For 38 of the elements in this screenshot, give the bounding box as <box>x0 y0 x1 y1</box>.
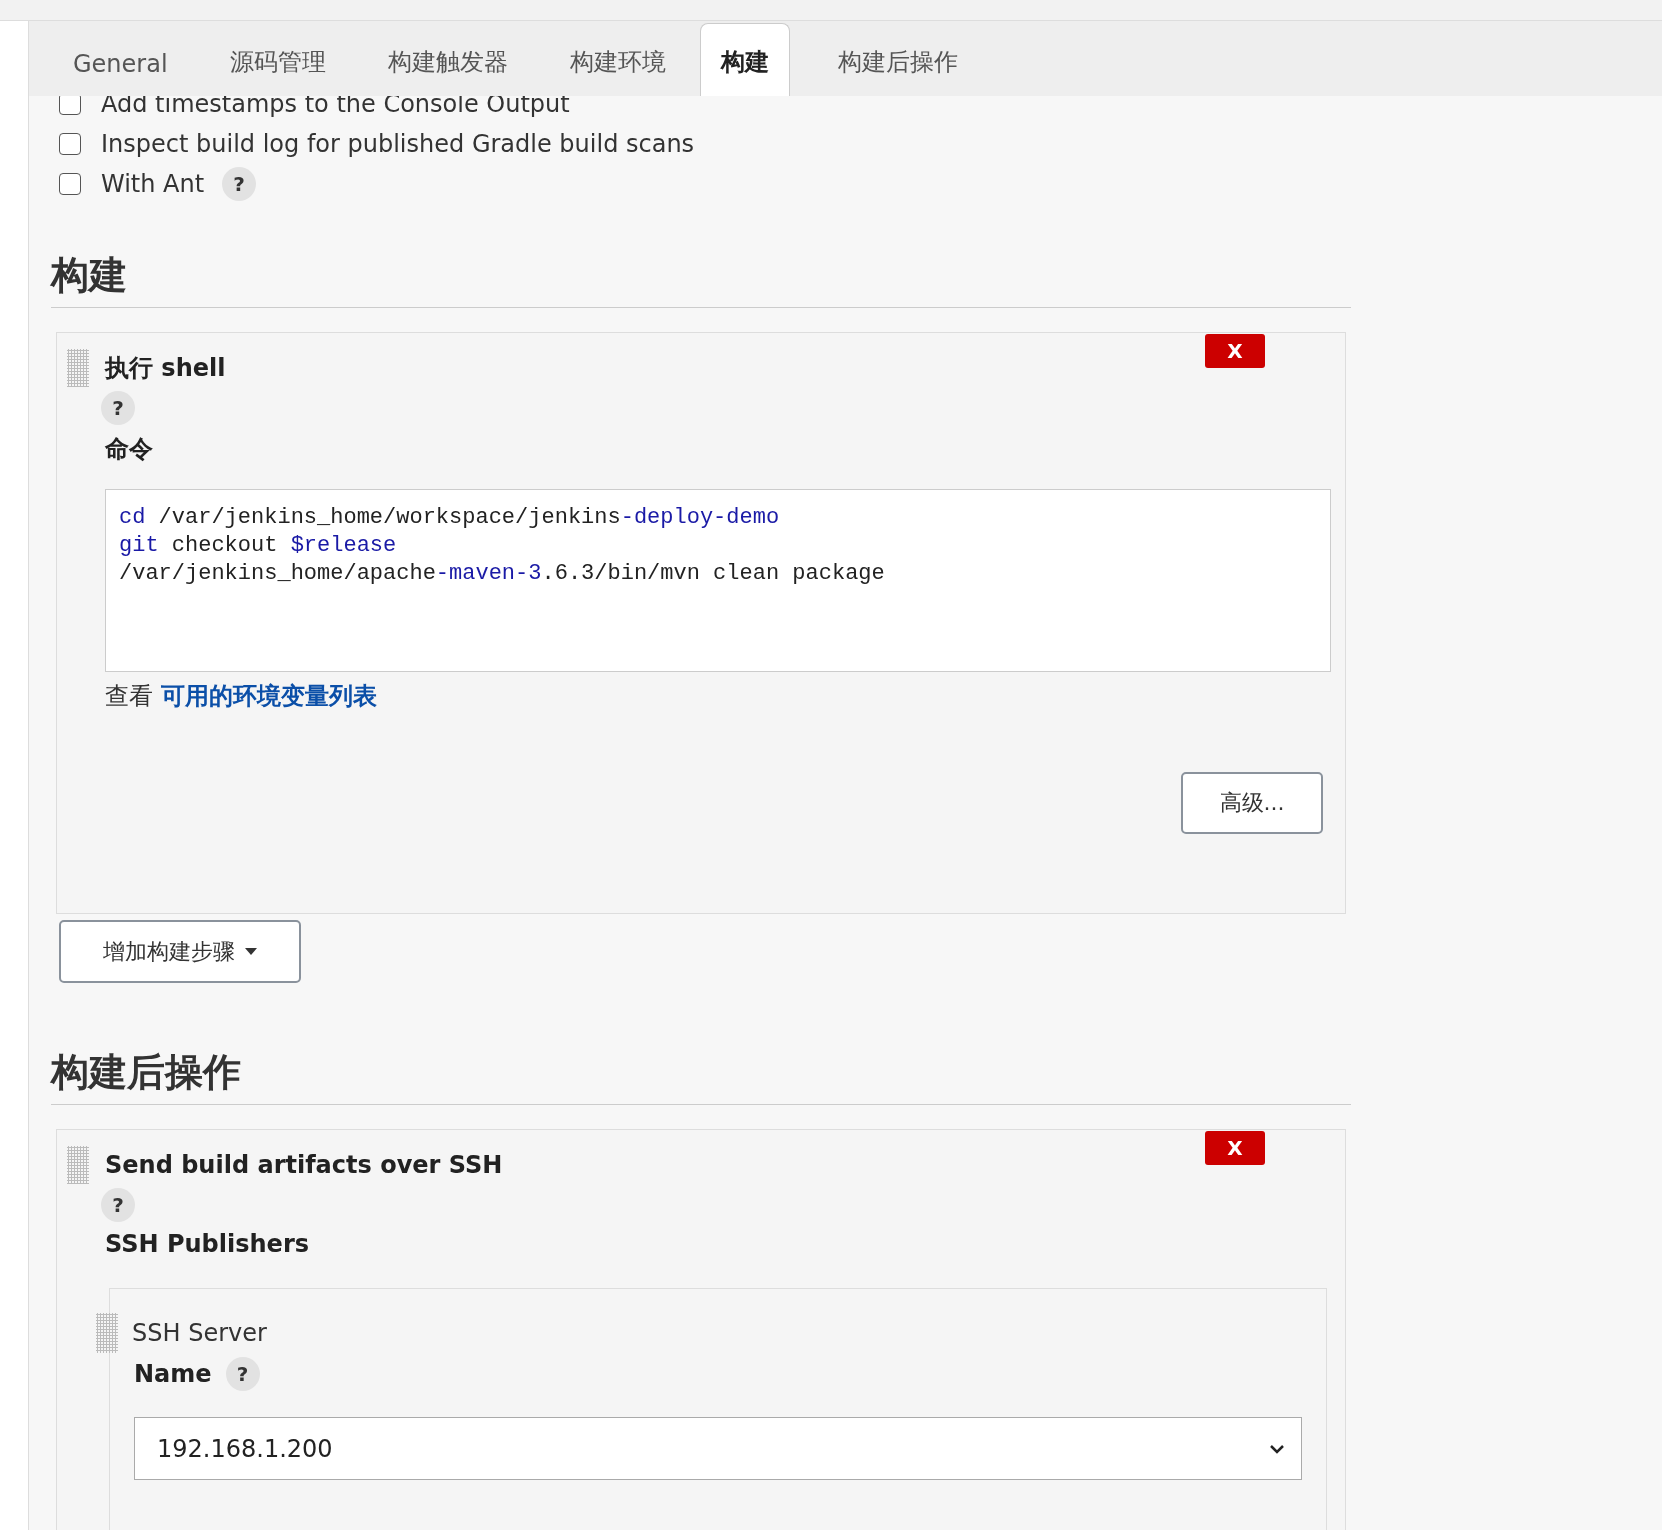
tab[interactable]: 构建环境 <box>541 46 700 96</box>
tab[interactable]: General <box>45 50 202 96</box>
field-label: SSH Publishers <box>105 1230 310 1258</box>
help-icon[interactable]: ? <box>222 167 257 201</box>
help-icon[interactable]: ? <box>225 1357 260 1391</box>
code-line: cd /var/jenkins_home/workspace/jenkins-deploy-demo <box>119 504 781 532</box>
help-icon[interactable]: ? <box>101 1188 135 1222</box>
checkbox[interactable] <box>59 133 81 155</box>
field-label: 命令 <box>105 434 154 465</box>
caret-icon <box>245 948 257 955</box>
section-heading: 构建后操作 <box>51 1047 1351 1105</box>
checkbox[interactable] <box>59 173 81 195</box>
tab[interactable]: 源码管理 <box>201 46 360 96</box>
drag-handle-icon[interactable] <box>67 349 89 387</box>
delete-button[interactable]: X <box>1205 334 1265 368</box>
step-title: 执行 shell <box>105 353 226 384</box>
hint-text: 查看 <box>105 682 153 710</box>
checkbox-label: With Ant <box>101 170 205 198</box>
field-label: Name <box>134 1360 212 1388</box>
drag-handle-icon[interactable] <box>67 1146 89 1184</box>
tab[interactable]: 构建后操作 <box>809 46 992 96</box>
add-build-step-button[interactable]: 增加构建步骤 <box>59 920 301 983</box>
tab[interactable]: 构建触发器 <box>359 46 542 96</box>
env-vars-link[interactable]: 可用的环境变量列表 <box>161 682 377 710</box>
delete-button[interactable]: X <box>1205 1131 1265 1165</box>
checkbox-label: Inspect build log for published Gradle build scans <box>101 130 695 158</box>
tab[interactable]: 构建 <box>699 23 790 96</box>
chevron-down-icon <box>1269 1443 1285 1454</box>
section-heading: 构建 <box>51 250 1351 308</box>
server-title: SSH Server <box>132 1319 267 1347</box>
advanced-button[interactable]: 高级... <box>1181 772 1323 834</box>
code-line: /var/jenkins_home/apache-maven-3.6.3/bin/mvn clean package <box>119 560 886 588</box>
command-field[interactable]: cd /var/jenkins_home/workspace/jenkins-deploy-demo git checkout $release /var/jenkins_home/apache-maven-3.6.3/bin/mvn clean package <box>105 489 1331 672</box>
code-line: git checkout $release <box>119 532 398 560</box>
server-select[interactable]: 192.168.1.200 <box>134 1417 1302 1480</box>
help-icon[interactable]: ? <box>101 391 135 425</box>
step-title: Send build artifacts over SSH <box>105 1151 503 1179</box>
drag-handle-icon[interactable] <box>96 1313 118 1353</box>
